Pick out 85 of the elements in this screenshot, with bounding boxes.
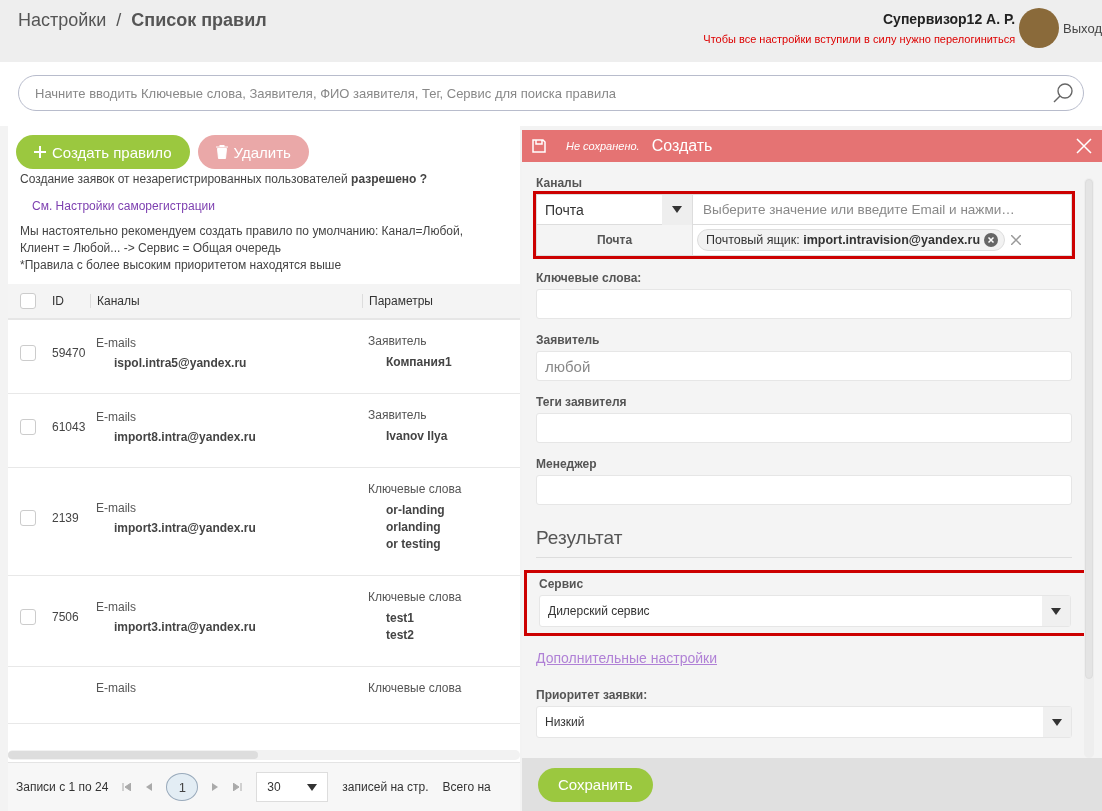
channel-email: import3.intra@yandex.ru xyxy=(114,520,257,535)
search-icon xyxy=(1052,82,1074,104)
registration-status-text: Создание заявок от незарегистрированных пользователей разрешено ? xyxy=(20,171,429,188)
remove-icon[interactable] xyxy=(984,233,999,247)
row-checkbox[interactable] xyxy=(20,418,36,435)
save-icon xyxy=(532,139,546,153)
priority-note: *Правила с более высоким приоритетом находятся выше xyxy=(20,257,343,274)
service-select[interactable]: Дилерский сервис xyxy=(539,595,1071,627)
logout-link[interactable]: Выход xyxy=(1063,20,1102,36)
channel-type-select[interactable]: Почта xyxy=(537,195,693,225)
section-heading: Результат xyxy=(536,513,1072,558)
total-label: Всего на xyxy=(442,780,491,794)
select-all-checkbox[interactable] xyxy=(20,293,36,309)
row-checkbox[interactable] xyxy=(20,609,36,625)
parameter-value: Компания1 xyxy=(386,354,453,371)
close-icon[interactable] xyxy=(1076,138,1092,154)
page-title: Список правил xyxy=(131,10,267,31)
text-field[interactable]: любой xyxy=(536,351,1072,381)
parameter-type: Заявитель xyxy=(368,334,428,348)
records-range: Записи с 1 по 24 xyxy=(16,780,109,794)
channel-row-label: Почта xyxy=(537,225,693,255)
last-page-icon[interactable] xyxy=(233,783,243,791)
trash-icon xyxy=(215,145,228,159)
parameter-value: or-landing xyxy=(386,502,446,519)
rule-id: 2139 xyxy=(52,510,79,525)
caret-icon xyxy=(1052,718,1062,726)
relogin-notice: Чтобы все настройки вступили в силу нужно перелогиниться xyxy=(703,33,1016,45)
page-size-select[interactable]: 30 xyxy=(256,772,329,802)
parameter-type: Ключевые слова xyxy=(368,482,463,496)
caret-icon xyxy=(672,206,682,213)
unsaved-status: Не сохранено. xyxy=(566,140,640,152)
channel-type: E-mails xyxy=(96,335,137,350)
next-page-icon[interactable] xyxy=(212,783,220,791)
rule-id: 59470 xyxy=(52,345,86,360)
first-page-icon[interactable] xyxy=(122,783,132,791)
channel-type: E-mails xyxy=(96,681,137,695)
editor-title: Создать xyxy=(651,137,713,155)
parameter-value: orlanding xyxy=(386,519,442,536)
channel-type: E-mails xyxy=(96,409,137,424)
caret-icon xyxy=(1051,607,1061,615)
field-label: Каналы xyxy=(536,176,583,190)
parameter-type: Ключевые слова xyxy=(368,681,463,695)
field-label: Ключевые слова: xyxy=(536,271,643,285)
field-label: Заявитель xyxy=(536,333,601,347)
rule-id: 61043 xyxy=(52,419,86,434)
recommendation-text: Мы настоятельно рекомендуем создать правило по умолчанию: Канал=Любой, Клиент = Любой... -> Сервис = Общая очередь xyxy=(20,223,464,257)
row-checkbox[interactable] xyxy=(20,509,36,526)
plus-icon xyxy=(34,146,46,158)
mailbox-tag: Почтовый ящик: import.intravision@yandex.ru xyxy=(697,229,1006,251)
self-registration-link[interactable]: См. Настройки саморегистрации xyxy=(32,198,215,215)
row-checkbox[interactable] xyxy=(20,344,36,361)
parameter-value: test1 xyxy=(386,610,415,627)
previous-page-icon[interactable] xyxy=(145,783,153,791)
avatar xyxy=(1019,8,1060,48)
channel-type: E-mails xyxy=(96,500,137,515)
column-header[interactable]: ID xyxy=(52,294,64,308)
parameter-value: or testing xyxy=(386,536,442,553)
parameter-type: Заявитель xyxy=(368,408,428,422)
user-name: Супервизор12 А. Р. xyxy=(883,11,1016,27)
channel-email: import3.intra@yandex.ru xyxy=(114,620,257,634)
per-page-label: записей на стр. xyxy=(342,780,429,794)
text-field[interactable] xyxy=(536,289,1072,319)
caret-icon xyxy=(307,783,318,791)
search-field[interactable]: Начните вводить Ключевые слова, Заявителя, ФИО заявителя, Тег, Сервис для поиска правила xyxy=(18,75,1084,111)
column-header[interactable]: Параметры xyxy=(369,294,433,308)
priority-select[interactable]: Низкий xyxy=(536,706,1072,738)
parameter-value: Ivanov Ilya xyxy=(386,428,449,445)
text-field[interactable] xyxy=(536,413,1072,443)
rule-id: 7506 xyxy=(52,610,79,624)
field-label: Теги заявителя xyxy=(536,395,628,409)
channels-field[interactable]: Почта Выберите значение или введите Email и нажми… Почта Почтовый ящик: import.intravision@yandex.ru xyxy=(536,194,1072,256)
column-header[interactable]: Каналы xyxy=(97,294,140,308)
field-label: Менеджер xyxy=(536,457,598,471)
breadcrumb-link[interactable]: Настройки xyxy=(18,10,107,31)
channel-email: import8.intra@yandex.ru xyxy=(114,429,257,444)
field-label: Приоритет заявки: xyxy=(536,688,649,702)
parameter-value: test2 xyxy=(386,627,415,644)
channel-email: ispol.intra5@yandex.ru xyxy=(114,355,248,370)
field-label: Сервис xyxy=(539,577,585,591)
text-field[interactable] xyxy=(536,475,1072,505)
channel-type: E-mails xyxy=(96,600,137,614)
breadcrumb-separator: / xyxy=(116,10,122,31)
parameter-type: Ключевые слова xyxy=(368,590,463,604)
clear-icon[interactable] xyxy=(1011,235,1022,245)
page-button[interactable]: 1 xyxy=(166,773,199,801)
